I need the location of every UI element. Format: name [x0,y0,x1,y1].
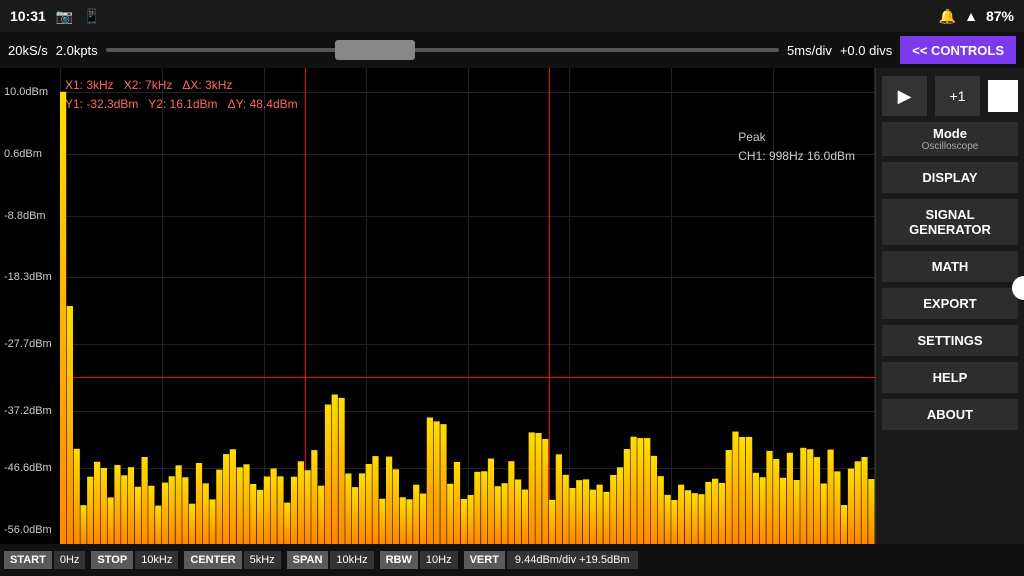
stop-button[interactable] [988,80,1018,112]
toolbar: 20kS/s 2.0kpts 5ms/div +0.0 divs << CONT… [0,32,1024,68]
phone-icon: 📱 [83,8,100,25]
spectrum-display [60,68,875,544]
mode-sub-label: Oscilloscope [886,141,1014,152]
center-value[interactable]: 5kHz [244,551,281,569]
time-display: 10:31 [10,8,46,24]
slider-track [106,48,779,52]
transport-row: ▶ +1 [882,76,1018,116]
help-button[interactable]: HELP [882,362,1018,393]
wifi-icon: ▲ [964,8,978,24]
right-panel: ▶ +1 Mode Oscilloscope DISPLAY SIGNALGEN… [876,68,1024,544]
controls-button[interactable]: << CONTROLS [900,36,1016,64]
photo-icon: 📷 [56,8,73,25]
y-label-3: -18.3dBm [4,271,52,283]
plus1-button[interactable]: +1 [935,76,980,116]
slider-thumb[interactable] [335,40,415,60]
mode-label: Mode [933,126,967,141]
sample-rate[interactable]: 20kS/s [8,43,48,58]
rbw-value[interactable]: 10Hz [420,551,458,569]
play-button[interactable]: ▶ [882,76,927,116]
status-left: 10:31 📷 📱 [10,8,101,25]
y-label-2: -8.8dBm [4,210,46,222]
div-offset[interactable]: +0.0 divs [840,43,892,58]
battery-display: 87% [986,8,1014,24]
time-div[interactable]: 5ms/div [787,43,832,58]
rbw-label[interactable]: RBW [380,551,418,569]
span-value[interactable]: 10kHz [330,551,373,569]
span-label[interactable]: SPAN [287,551,329,569]
y-label-5: -37.2dBm [4,405,52,417]
signal-gen-label: SIGNALGENERATOR [909,207,991,237]
bottom-bar: START 0Hz STOP 10kHz CENTER 5kHz SPAN 10… [0,544,1024,576]
vibrate-icon: 🔔 [939,8,956,25]
points-count[interactable]: 2.0kpts [56,43,98,58]
signal-generator-button[interactable]: SIGNALGENERATOR [882,199,1018,245]
vert-value[interactable]: 9.44dBm/div +19.5dBm [507,551,638,569]
vert-label[interactable]: VERT [464,551,505,569]
y-label-4: -27.7dBm [4,338,52,350]
y-label-6: -46.6dBm [4,462,52,474]
about-button[interactable]: ABOUT [882,399,1018,430]
center-label[interactable]: CENTER [184,551,241,569]
stop-label[interactable]: STOP [91,551,133,569]
settings-button[interactable]: SETTINGS [882,325,1018,356]
chart-area[interactable]: 10.0dBm 0.6dBm -8.8dBm -18.3dBm -27.7dBm… [0,68,876,544]
status-bar: 10:31 📷 📱 🔔 ▲ 87% [0,0,1024,32]
start-label[interactable]: START [4,551,52,569]
position-slider[interactable] [106,40,779,60]
display-button[interactable]: DISPLAY [882,162,1018,193]
y-label-0: 10.0dBm [4,86,48,98]
export-button[interactable]: EXPORT [882,288,1018,319]
stop-value[interactable]: 10kHz [135,551,178,569]
y-label-7: -56.0dBm [4,524,52,536]
mode-button[interactable]: Mode Oscilloscope [882,122,1018,156]
status-right: 🔔 ▲ 87% [939,8,1014,25]
main-area: 10.0dBm 0.6dBm -8.8dBm -18.3dBm -27.7dBm… [0,68,1024,544]
start-value[interactable]: 0Hz [54,551,86,569]
y-label-1: 0.6dBm [4,148,42,160]
math-button[interactable]: MATH [882,251,1018,282]
